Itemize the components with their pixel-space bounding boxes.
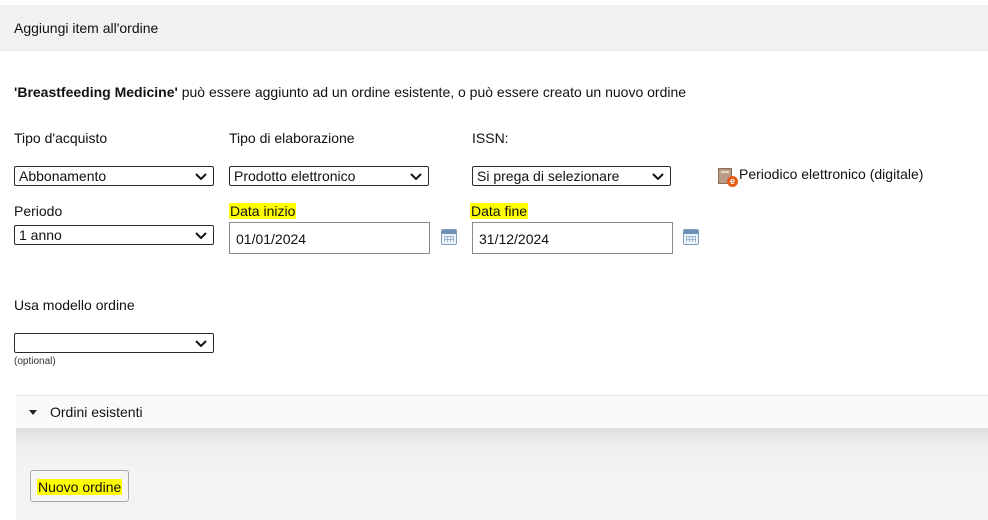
dialog-header: Aggiungi item all'ordine [0,5,988,51]
processing-type-label: Tipo di elaborazione [229,130,355,146]
optional-hint: (optional) [14,356,56,367]
chevron-down-icon [195,340,207,347]
period-label: Periodo [14,203,63,219]
start-date-label: Data inizio [229,203,297,219]
e-badge-icon: e [727,176,738,187]
order-template-select[interactable] [14,333,214,353]
end-date-label: Data fine [470,203,529,219]
processing-type-select[interactable]: Prodotto elettronico [229,166,429,186]
caret-down-icon [29,410,37,415]
existing-orders-panel [16,428,988,520]
order-template-label: Usa modello ordine [14,297,135,313]
chevron-down-icon [410,173,422,180]
start-date-input[interactable]: 01/01/2024 [229,222,430,254]
purchase-type-value: Abbonamento [19,168,107,184]
electronic-periodical-icon: e [718,166,738,187]
period-value: 1 anno [19,227,62,243]
purchase-type-select[interactable]: Abbonamento [14,166,214,186]
end-date-label-text: Data fine [470,203,529,219]
item-name: 'Breastfeeding Medicine' [14,84,178,100]
purchase-type-label: Tipo d'acquisto [14,130,108,146]
processing-type-value: Prodotto elettronico [234,168,356,184]
calendar-icon[interactable] [441,229,457,245]
new-order-label: Nuovo ordine [37,479,123,495]
format-label: Periodico elettronico (digitale) [739,166,924,182]
issn-value: Si prega di selezionare [477,168,620,184]
end-date-input[interactable]: 31/12/2024 [472,222,673,254]
dialog-title: Aggiungi item all'ordine [14,20,159,36]
intro-message: può essere aggiunto ad un ordine esisten… [177,84,687,100]
existing-orders-toggle[interactable]: Ordini esistenti [16,395,988,429]
issn-select[interactable]: Si prega di selezionare [472,166,671,186]
calendar-icon[interactable] [683,229,699,245]
start-date-label-text: Data inizio [229,203,297,219]
intro-text: 'Breastfeeding Medicine' può essere aggi… [14,84,686,100]
new-order-button[interactable]: Nuovo ordine [30,470,130,502]
chevron-down-icon [195,173,207,180]
chevron-down-icon [195,232,207,239]
chevron-down-icon [652,173,664,180]
issn-label: ISSN: [472,130,509,146]
existing-orders-label: Ordini esistenti [50,404,143,420]
period-select[interactable]: 1 anno [14,225,214,245]
